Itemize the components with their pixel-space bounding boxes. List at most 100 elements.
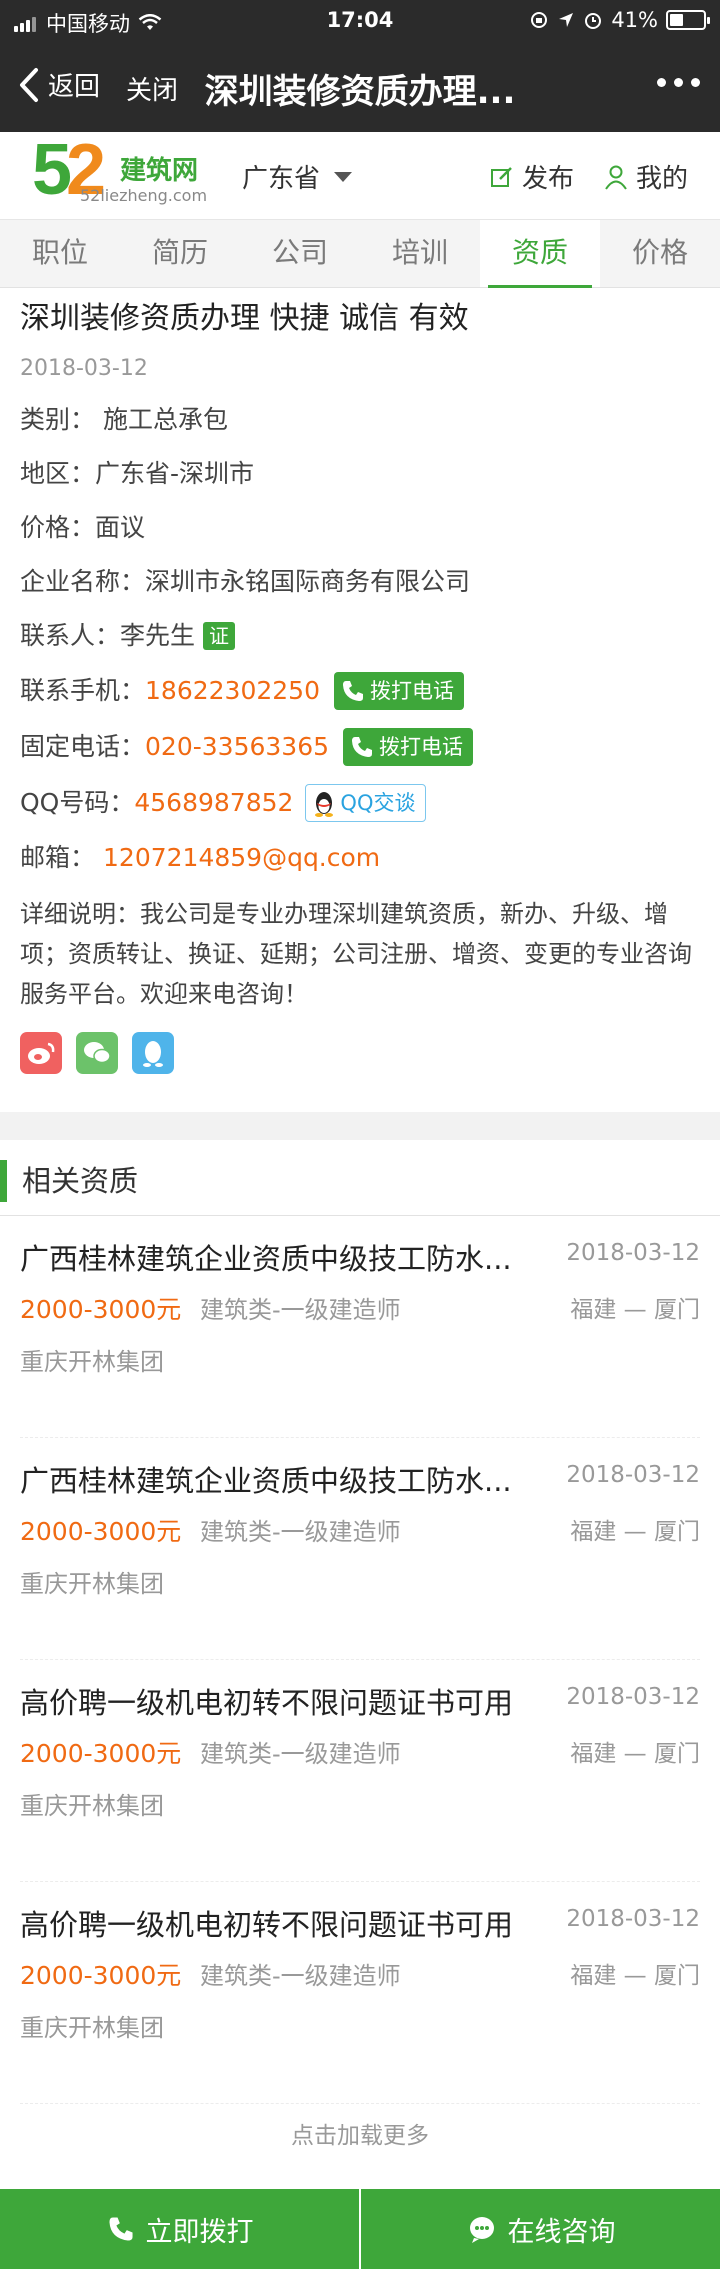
item-company: 重庆开林集团	[20, 1570, 164, 1598]
item-category: 建筑类-一级建造师	[200, 1518, 401, 1546]
logo-brand: 建筑网	[120, 156, 199, 186]
email-row: 邮箱： 1207214859@qq.com	[20, 840, 710, 876]
email-value[interactable]: 1207214859@qq.com	[103, 840, 380, 876]
item-title: 高价聘一级机电初转不限问题证书可用	[20, 1686, 514, 1720]
item-title: 高价聘一级机电初转不限问题证书可用	[20, 1908, 514, 1942]
province-selector[interactable]: 广东省	[242, 158, 353, 195]
listing-date: 2018-03-12	[20, 356, 148, 381]
online-consult-button[interactable]: 在线咨询	[361, 2189, 720, 2269]
listing-detail: 深圳装修资质办理 快捷 诚信 有效 2018-03-12 类别： 施工总承包 地…	[20, 288, 710, 1074]
tab-training[interactable]: 培训	[360, 220, 480, 287]
price-row: 价格： 面议	[20, 510, 710, 546]
mobile-row: 联系手机： 18622302250 拨打电话	[20, 672, 710, 710]
item-title: 广西桂林建筑企业资质中级技工防水...	[20, 1464, 512, 1498]
item-company: 重庆开林集团	[20, 2014, 164, 2042]
item-location: 福建 — 厦门	[570, 1297, 700, 1323]
item-price: 2000-3000元	[20, 1295, 182, 1324]
company-row: 企业名称： 深圳市永铭国际商务有限公司	[20, 564, 710, 600]
mobile-value[interactable]: 18622302250	[145, 673, 320, 709]
item-location: 福建 — 厦门	[570, 1741, 700, 1767]
item-date: 2018-03-12	[566, 1462, 700, 1488]
item-price: 2000-3000元	[20, 1961, 182, 1990]
item-date: 2018-03-12	[566, 1240, 700, 1266]
email-label: 邮箱：	[20, 843, 96, 872]
list-item[interactable]: 高价聘一级机电初转不限问题证书可用 2018-03-12 2000-3000元 …	[20, 1660, 700, 1882]
user-icon	[605, 165, 627, 190]
category-tabs: 职位 简历 公司 培训 资质 价格	[0, 220, 720, 288]
mine-button[interactable]: 我的	[604, 158, 688, 195]
item-price: 2000-3000元	[20, 1739, 182, 1768]
item-company: 重庆开林集团	[20, 1348, 164, 1376]
battery-icon	[666, 10, 710, 30]
company-label: 企业名称：	[20, 567, 146, 596]
tab-resumes[interactable]: 简历	[120, 220, 240, 287]
battery-percent: 41%	[611, 8, 658, 32]
category-row: 类别： 施工总承包	[20, 402, 710, 438]
item-location: 福建 — 厦门	[570, 1963, 700, 1989]
phone-row: 固定电话： 020-33563365 拨打电话	[20, 728, 710, 766]
phone-label: 固定电话：	[20, 732, 146, 761]
list-item[interactable]: 广西桂林建筑企业资质中级技工防水... 2018-03-12 2000-3000…	[20, 1216, 700, 1438]
alarm-icon	[585, 13, 602, 29]
weibo-share-icon[interactable]	[20, 1032, 62, 1074]
region-value: 广东省-深圳市	[95, 459, 255, 488]
phone-value[interactable]: 020-33563365	[145, 729, 329, 765]
contact-row: 联系人： 李先生 证	[20, 618, 710, 654]
logo-url: 52liezheng.com	[80, 186, 208, 205]
tab-prices[interactable]: 价格	[600, 220, 720, 287]
item-date: 2018-03-12	[566, 1684, 700, 1710]
price-value: 面议	[95, 513, 146, 542]
qq-chat-button[interactable]: QQ交谈	[305, 784, 427, 822]
listing-title: 深圳装修资质办理 快捷 诚信 有效	[20, 301, 469, 336]
qq-label: QQ号码：	[20, 788, 135, 817]
nav-bar: 返回 关闭 深圳装修资质办理...	[0, 42, 720, 132]
section-accent-bar	[0, 1160, 7, 1202]
caret-down-icon	[334, 171, 353, 182]
more-menu-icon[interactable]	[649, 78, 700, 87]
category-value: 施工总承包	[103, 405, 229, 434]
item-location: 福建 — 厦门	[570, 1519, 700, 1545]
tab-jobs[interactable]: 职位	[0, 220, 120, 287]
item-category: 建筑类-一级建造师	[200, 1296, 401, 1324]
call-mobile-label: 拨打电话	[369, 679, 454, 703]
publish-button[interactable]: 发布	[490, 158, 574, 195]
verified-badge: 证	[203, 622, 236, 650]
bottom-action-bar: 立即拨打 在线咨询	[0, 2189, 720, 2269]
price-label: 价格：	[20, 513, 96, 542]
list-item[interactable]: 广西桂林建筑企业资质中级技工防水... 2018-03-12 2000-3000…	[20, 1438, 700, 1660]
lock-rotation-icon	[531, 12, 548, 28]
page-title: 深圳装修资质办理...	[204, 72, 516, 112]
status-bar: 中国移动 17:04 41%	[0, 0, 720, 42]
qq-row: QQ号码： 4568987852 QQ交谈	[20, 784, 710, 822]
related-list: 广西桂林建筑企业资质中级技工防水... 2018-03-12 2000-3000…	[20, 1216, 700, 2104]
company-value: 深圳市永铭国际商务有限公司	[145, 567, 471, 596]
publish-label: 发布	[522, 164, 575, 194]
phone-icon	[342, 681, 363, 701]
section-divider	[0, 1112, 720, 1140]
online-consult-label: 在线咨询	[507, 2216, 616, 2248]
share-bar	[20, 1032, 710, 1074]
load-more-button[interactable]: 点击加载更多	[0, 2116, 720, 2150]
qq-chat-label: QQ交谈	[340, 791, 416, 815]
location-icon	[559, 13, 574, 27]
site-logo[interactable]: 52 建筑网 52liezheng.com	[32, 134, 212, 214]
call-now-button[interactable]: 立即拨打	[0, 2189, 361, 2269]
phone-icon	[108, 2217, 133, 2241]
phone-icon	[352, 737, 372, 757]
wechat-share-icon[interactable]	[76, 1032, 118, 1074]
qq-share-icon[interactable]	[132, 1032, 174, 1074]
call-phone-button[interactable]: 拨打电话	[343, 728, 473, 766]
list-item[interactable]: 高价聘一级机电初转不限问题证书可用 2018-03-12 2000-3000元 …	[20, 1882, 700, 2104]
related-section-header: 相关资质	[0, 1140, 720, 1216]
site-header: 52 建筑网 52liezheng.com 广东省 发布 我的	[0, 132, 720, 220]
call-mobile-button[interactable]: 拨打电话	[333, 672, 464, 710]
edit-icon	[491, 166, 512, 187]
region-row: 地区： 广东省-深圳市	[20, 456, 710, 492]
contact-label: 联系人：	[20, 621, 121, 650]
region-label: 地区：	[20, 459, 96, 488]
tab-qualifications[interactable]: 资质	[480, 220, 600, 288]
mine-label: 我的	[636, 164, 689, 194]
qq-penguin-icon	[315, 792, 334, 817]
chat-headset-icon	[469, 2217, 494, 2243]
tab-companies[interactable]: 公司	[240, 220, 360, 287]
